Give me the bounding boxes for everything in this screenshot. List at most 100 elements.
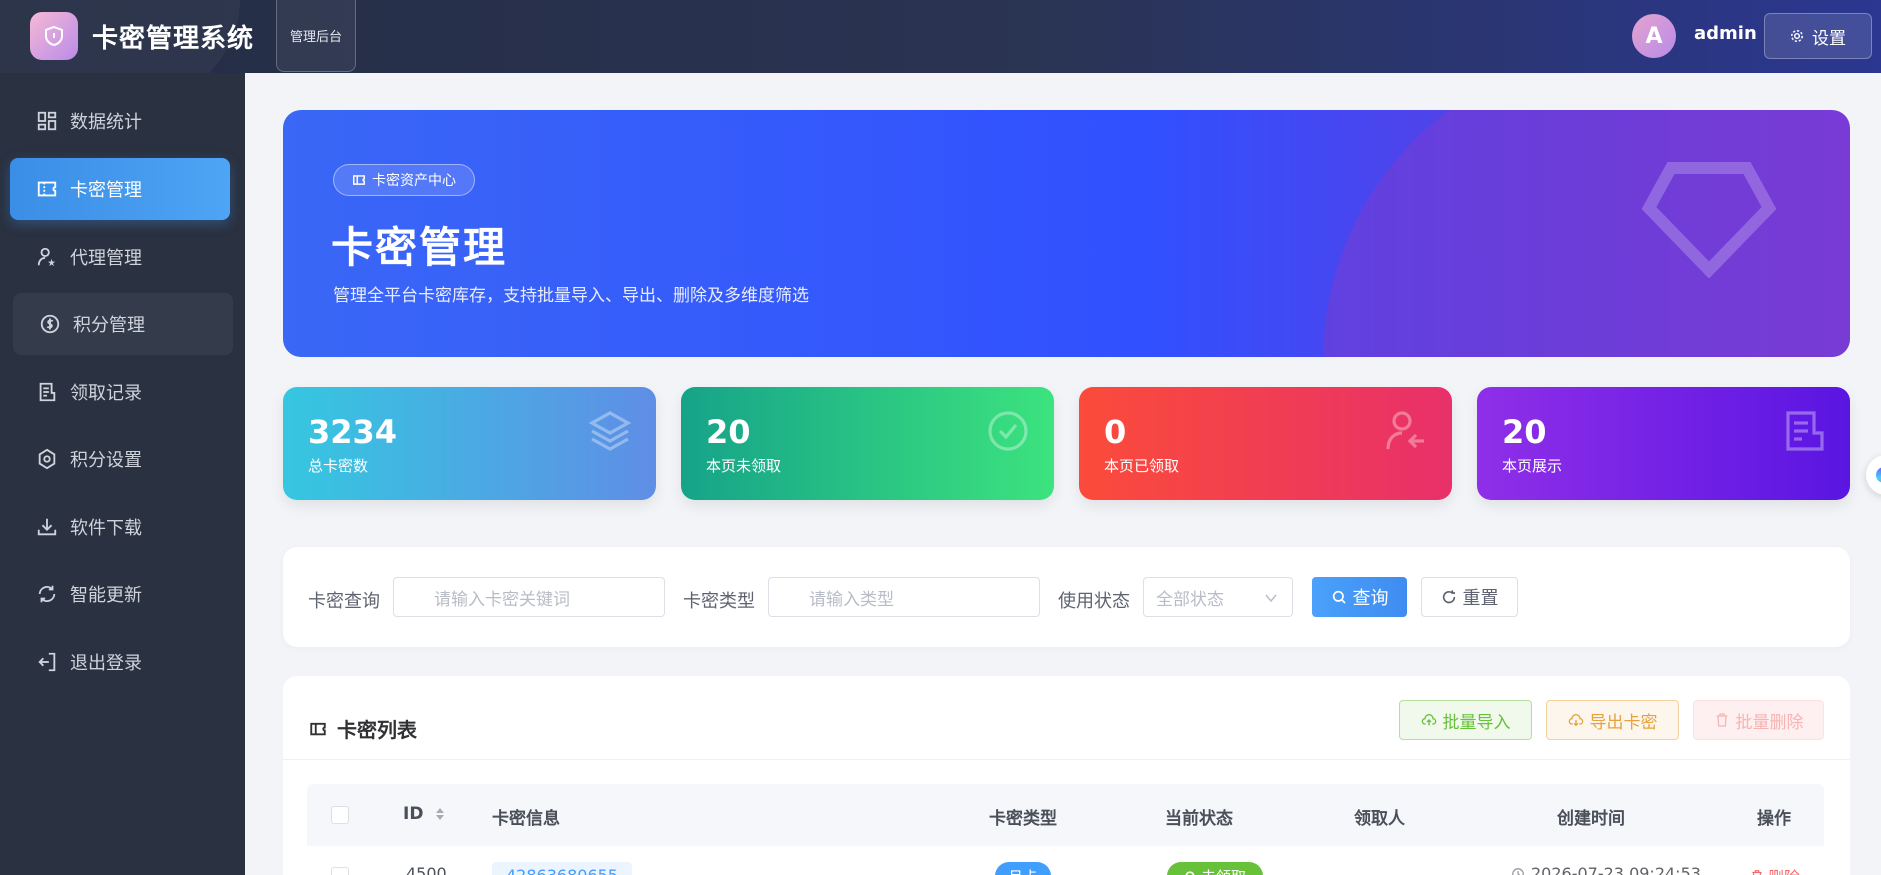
ticket-icon bbox=[37, 181, 57, 197]
shield-logo-icon bbox=[30, 12, 78, 60]
search-icon bbox=[1332, 590, 1346, 604]
floating-assistant-button[interactable] bbox=[1866, 455, 1881, 495]
diamond-icon bbox=[1641, 162, 1777, 278]
refresh-icon bbox=[1442, 590, 1455, 604]
reset-button[interactable]: 重置 bbox=[1421, 577, 1518, 617]
row-delete-label: 删除 bbox=[1768, 864, 1800, 875]
sidebar-item-label: 软件下载 bbox=[70, 518, 142, 539]
export-button[interactable]: 导出卡密 bbox=[1546, 700, 1679, 740]
column-header-status: 当前状态 bbox=[1165, 809, 1233, 829]
stat-card-unclaimed: 20 本页未领取 bbox=[681, 387, 1054, 500]
column-header-id[interactable]: ID bbox=[403, 804, 445, 824]
row-created-time: 2026-07-23 09:24:53 bbox=[1511, 864, 1701, 875]
sidebar-item-label: 数据统计 bbox=[70, 112, 142, 133]
row-id: 4500 bbox=[406, 864, 447, 875]
status-select-value: 全部状态 bbox=[1156, 589, 1224, 610]
sidebar-item-label: 智能更新 bbox=[70, 585, 142, 606]
column-header-label: ID bbox=[403, 804, 424, 824]
column-header-actions: 操作 bbox=[1757, 809, 1791, 829]
sidebar-item-label: 领取记录 bbox=[70, 383, 142, 404]
status-label: 使用状态 bbox=[1058, 591, 1130, 612]
sidebar-item-claim-records[interactable]: 领取记录 bbox=[10, 361, 230, 423]
username[interactable]: admin bbox=[1694, 23, 1757, 44]
column-header-card-type: 卡密类型 bbox=[989, 809, 1057, 829]
code-type-label: 卡密类型 bbox=[683, 591, 755, 612]
settings-button[interactable]: 设置 bbox=[1764, 13, 1872, 59]
sidebar-item-software-download[interactable]: 软件下载 bbox=[10, 496, 230, 558]
sidebar-item-agent-management[interactable]: 代理管理 bbox=[10, 226, 230, 288]
sidebar-item-points-settings[interactable]: 积分设置 bbox=[10, 428, 230, 490]
upload-cloud-icon bbox=[1421, 714, 1436, 726]
refresh-icon bbox=[38, 585, 56, 603]
dashboard-icon bbox=[37, 111, 57, 131]
code-query-label: 卡密查询 bbox=[308, 591, 380, 612]
ticket-icon bbox=[310, 722, 326, 735]
app-title: 卡密管理系统 bbox=[92, 24, 255, 54]
sidebar-item-logout[interactable]: 退出登录 bbox=[10, 631, 230, 693]
stat-value: 20 bbox=[706, 413, 751, 451]
document-icon bbox=[1786, 411, 1824, 451]
ticket-icon bbox=[353, 175, 365, 185]
stat-value: 20 bbox=[1502, 413, 1547, 451]
divider bbox=[283, 759, 1850, 760]
stat-label: 本页展示 bbox=[1502, 457, 1563, 475]
select-all-checkbox[interactable] bbox=[331, 806, 349, 824]
status-badge: 未领取 bbox=[1167, 862, 1263, 875]
avatar[interactable]: A bbox=[1632, 14, 1676, 58]
sidebar-item-label: 退出登录 bbox=[70, 653, 142, 674]
trash-icon bbox=[1716, 713, 1727, 727]
reset-button-label: 重置 bbox=[1462, 588, 1499, 609]
table-row: 4500 42863680655 月卡 未领取 2026-07-23 09:24… bbox=[307, 846, 1824, 875]
batch-delete-button[interactable]: 批量删除 bbox=[1693, 700, 1824, 740]
batch-import-button[interactable]: 批量导入 bbox=[1399, 700, 1532, 740]
search-icon bbox=[1185, 870, 1195, 875]
trash-icon bbox=[1752, 870, 1762, 875]
code-type-input[interactable]: 请输入类型 bbox=[768, 577, 1040, 617]
sidebar: 数据统计 卡密管理 代理管理 积分管理 领取记录 积分设置 软件下载 智能更新 … bbox=[0, 73, 245, 875]
sort-icon[interactable] bbox=[435, 806, 445, 822]
stat-value: 3234 bbox=[308, 413, 398, 451]
sidebar-item-dashboard[interactable]: 数据统计 bbox=[10, 90, 230, 152]
stat-card-claimed: 0 本页已领取 bbox=[1079, 387, 1452, 500]
column-header-card-info: 卡密信息 bbox=[492, 809, 560, 829]
filter-bar: 卡密查询 请输入卡密关键词 卡密类型 请输入类型 使用状态 全部状态 查询 重置 bbox=[283, 547, 1850, 647]
user-received-icon bbox=[1386, 411, 1424, 450]
sidebar-item-label: 积分设置 bbox=[70, 450, 142, 471]
sidebar-item-label: 代理管理 bbox=[70, 248, 142, 269]
clock-icon bbox=[1512, 867, 1524, 875]
column-header-created-time: 创建时间 bbox=[1557, 809, 1625, 829]
search-button-label: 查询 bbox=[1352, 588, 1389, 609]
logout-icon bbox=[38, 652, 56, 672]
sidebar-item-label: 积分管理 bbox=[73, 315, 145, 336]
download-cloud-icon bbox=[1568, 714, 1583, 727]
download-icon bbox=[37, 518, 57, 536]
sidebar-item-smart-update[interactable]: 智能更新 bbox=[10, 563, 230, 625]
stat-label: 总卡密数 bbox=[308, 457, 369, 475]
receipt-icon bbox=[39, 382, 56, 402]
top-bar: 卡密管理系统 管理后台 A admin 设置 bbox=[0, 0, 1881, 73]
row-delete-button[interactable]: 删除 bbox=[1750, 864, 1800, 875]
batch-delete-label: 批量删除 bbox=[1735, 712, 1804, 733]
stat-label: 本页已领取 bbox=[1104, 457, 1180, 475]
sidebar-item-card-management[interactable]: 卡密管理 bbox=[10, 158, 230, 220]
status-select[interactable]: 全部状态 bbox=[1143, 577, 1293, 617]
assistant-icon bbox=[1876, 467, 1881, 483]
card-type-badge: 月卡 bbox=[995, 862, 1051, 875]
search-button[interactable]: 查询 bbox=[1312, 577, 1407, 617]
hero-tag: 卡密资产中心 bbox=[333, 164, 475, 196]
admin-badge: 管理后台 bbox=[276, 0, 356, 72]
main-content: 卡密资产中心 卡密管理 管理全平台卡密库存，支持批量导入、导出、删除及多维度筛选… bbox=[245, 73, 1881, 875]
sidebar-item-points-management[interactable]: 积分管理 bbox=[13, 293, 233, 355]
card-code-chip[interactable]: 42863680655 bbox=[492, 862, 632, 875]
chevron-down-icon bbox=[1265, 594, 1277, 603]
row-checkbox[interactable] bbox=[331, 867, 349, 875]
card-list-panel: 卡密列表 批量导入 导出卡密 批量删除 ID 卡密信息 卡密类型 当前状态 领取… bbox=[283, 676, 1850, 875]
code-query-input[interactable]: 请输入卡密关键词 bbox=[393, 577, 665, 617]
created-time-value: 2026-07-23 09:24:53 bbox=[1531, 864, 1701, 875]
status-badge-label: 未领取 bbox=[1201, 866, 1246, 875]
gear-icon bbox=[38, 448, 56, 470]
settings-label: 设置 bbox=[1812, 28, 1846, 49]
stat-card-displayed: 20 本页展示 bbox=[1477, 387, 1850, 500]
sidebar-item-label: 卡密管理 bbox=[70, 180, 142, 201]
user-star-icon bbox=[37, 247, 56, 267]
